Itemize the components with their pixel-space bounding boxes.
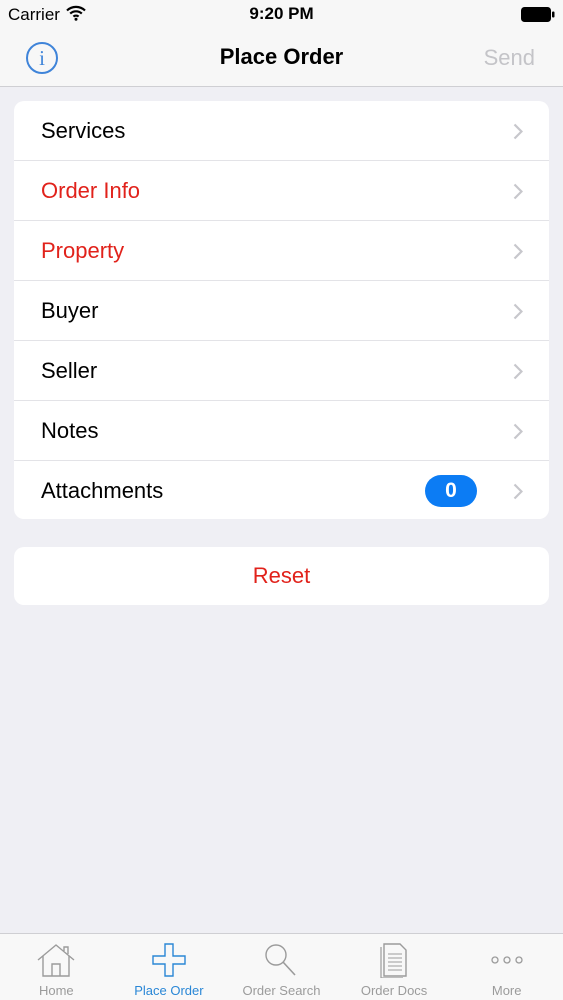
tab-home[interactable]: Home: [0, 934, 113, 1000]
tab-label: Home: [38, 983, 74, 998]
status-bar: Carrier 9:20 PM: [0, 0, 563, 30]
status-time: 9:20 PM: [249, 4, 314, 23]
tab-label: More: [491, 983, 522, 998]
chevron-right-icon: [513, 243, 524, 265]
tab-label: Order Search: [242, 983, 321, 998]
row-label: Order Info: [41, 178, 141, 203]
tab-order-search[interactable]: Order Search: [225, 934, 338, 1000]
order-sections-list: Services Order Info Property Buyer Selle…: [14, 101, 549, 519]
attachments-row[interactable]: Attachments 0: [14, 461, 549, 519]
page-title: Place Order: [219, 44, 344, 69]
chevron-right-icon: [513, 303, 524, 325]
row-label: Buyer: [41, 298, 99, 323]
buyer-row[interactable]: Buyer: [14, 281, 549, 341]
property-row[interactable]: Property: [14, 221, 549, 281]
attachments-count-badge: 0: [425, 475, 477, 507]
row-label: Seller: [41, 358, 98, 383]
reset-button[interactable]: Reset: [14, 547, 549, 605]
navigation-bar: i Place Order Send: [0, 30, 563, 87]
seller-row[interactable]: Seller: [14, 341, 549, 401]
chevron-right-icon: [513, 423, 524, 445]
tab-place-order[interactable]: Place Order: [113, 934, 226, 1000]
row-label: Notes: [41, 418, 99, 443]
order-info-row[interactable]: Order Info: [14, 161, 549, 221]
tab-label: Order Docs: [360, 983, 428, 998]
chevron-right-icon: [513, 123, 524, 145]
send-button[interactable]: Send: [484, 45, 535, 71]
row-label: Attachments: [41, 478, 164, 503]
tab-more[interactable]: More: [450, 934, 563, 1000]
services-row[interactable]: Services: [14, 101, 549, 161]
tab-order-docs[interactable]: Order Docs: [338, 934, 451, 1000]
notes-row[interactable]: Notes: [14, 401, 549, 461]
row-label: Property: [41, 238, 125, 263]
tab-label: Place Order: [134, 983, 204, 998]
row-label: Services: [41, 118, 126, 143]
chevron-right-icon: [513, 483, 524, 505]
chevron-right-icon: [513, 183, 524, 205]
chevron-right-icon: [513, 363, 524, 385]
tab-bar: Home Place Order Order Search Order Docs: [0, 933, 563, 1000]
battery-icon: [521, 7, 555, 27]
